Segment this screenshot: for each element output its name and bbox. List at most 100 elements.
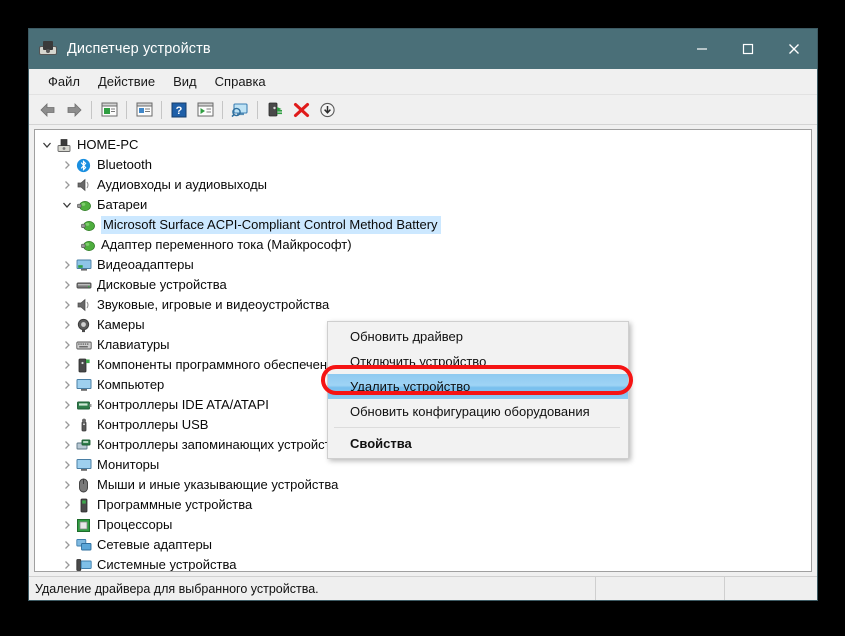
scan-list-icon[interactable] — [192, 98, 218, 122]
tree-item-system-devices[interactable]: Системные устройства — [35, 555, 811, 571]
software-component-icon — [75, 357, 92, 373]
update-driver-icon[interactable] — [262, 98, 288, 122]
menu-view[interactable]: Вид — [164, 71, 206, 92]
chevron-right-icon[interactable] — [59, 257, 75, 273]
chevron-right-icon[interactable] — [59, 297, 75, 313]
tree-item-display-adapters[interactable]: Видеоадаптеры — [35, 255, 811, 275]
disable-device-icon[interactable] — [314, 98, 340, 122]
toolbar-separator — [257, 100, 258, 119]
tree-item-label: Компоненты программного обеспечения — [97, 357, 342, 372]
toolbar-separator — [222, 100, 223, 119]
battery-icon — [79, 217, 96, 233]
device-manager-window: Диспетчер устройств Файл Действие Вид Сп… — [28, 28, 818, 601]
chevron-right-icon[interactable] — [59, 477, 75, 493]
chevron-right-icon[interactable] — [59, 417, 75, 433]
status-segment-2 — [595, 577, 724, 600]
display-monitor-icon[interactable] — [227, 98, 253, 122]
ctx-uninstall-device[interactable]: Удалить устройство — [328, 374, 628, 399]
forward-arrow-icon[interactable] — [61, 98, 87, 122]
chevron-down-icon[interactable] — [39, 137, 55, 153]
chevron-right-icon[interactable] — [59, 157, 75, 173]
disk-drive-icon — [75, 277, 92, 293]
show-hidden-devices-icon[interactable] — [131, 98, 157, 122]
battery-icon — [75, 197, 92, 213]
status-segment-3 — [724, 577, 817, 600]
chevron-right-icon[interactable] — [59, 397, 75, 413]
computer-icon — [55, 137, 72, 153]
status-text: Удаление драйвера для выбранного устройс… — [35, 581, 319, 596]
tree-item-audio-io[interactable]: Аудиовходы и аудиовыходы — [35, 175, 811, 195]
tree-item-root[interactable]: HOME-PC — [35, 135, 811, 155]
tree-item-label: Контроллеры USB — [97, 417, 209, 432]
chevron-right-icon[interactable] — [59, 497, 75, 513]
tree-item-label: Видеоадаптеры — [97, 257, 194, 272]
tree-item-label: Камеры — [97, 317, 145, 332]
chevron-right-icon[interactable] — [59, 557, 75, 571]
title-bar: Диспетчер устройств — [29, 29, 817, 69]
tree-item-label: Батареи — [97, 197, 148, 212]
maximize-button[interactable] — [725, 29, 771, 69]
system-device-icon — [75, 557, 92, 571]
ctx-disable-device[interactable]: Отключить устройство — [328, 349, 628, 374]
screenshot-root: Диспетчер устройств Файл Действие Вид Сп… — [0, 0, 845, 636]
tree-item-batteries[interactable]: Батареи — [35, 195, 811, 215]
chevron-right-icon[interactable] — [59, 377, 75, 393]
ctx-properties[interactable]: Свойства — [328, 431, 628, 456]
ctx-update-driver[interactable]: Обновить драйвер — [328, 324, 628, 349]
chevron-right-icon[interactable] — [59, 277, 75, 293]
processor-icon — [75, 517, 92, 533]
tree-item-surface-battery[interactable]: Microsoft Surface ACPI-Compliant Control… — [35, 215, 811, 235]
camera-icon — [75, 317, 92, 333]
tree-item-label: Bluetooth — [97, 157, 152, 172]
tree-item-processors[interactable]: Процессоры — [35, 515, 811, 535]
tree-item-label: Компьютер — [97, 377, 165, 392]
context-menu-separator — [334, 427, 620, 428]
help-icon[interactable]: ? — [166, 98, 192, 122]
tree-item-bluetooth[interactable]: Bluetooth — [35, 155, 811, 175]
chevron-right-icon[interactable] — [59, 337, 75, 353]
content-area: HOME-PC Bluetooth Аудиовходы и аудиовыхо… — [29, 125, 817, 576]
minimize-button[interactable] — [679, 29, 725, 69]
chevron-down-icon[interactable] — [59, 197, 75, 213]
tree-item-label: HOME-PC — [77, 137, 139, 152]
tree-item-label: Звуковые, игровые и видеоустройства — [97, 297, 330, 312]
tree-item-label: Мыши и иные указывающие устройства — [97, 477, 339, 492]
chevron-right-icon[interactable] — [59, 457, 75, 473]
menu-bar: Файл Действие Вид Справка — [29, 69, 817, 95]
tree-item-mice[interactable]: Мыши и иные указывающие устройства — [35, 475, 811, 495]
tree-item-label: Аудиовходы и аудиовыходы — [97, 177, 267, 192]
tree-item-network-adapters[interactable]: Сетевые адаптеры — [35, 535, 811, 555]
tree-item-label: Клавиатуры — [97, 337, 170, 352]
context-menu[interactable]: Обновить драйвер Отключить устройство Уд… — [327, 321, 629, 459]
chevron-right-icon[interactable] — [59, 357, 75, 373]
chevron-right-icon[interactable] — [59, 437, 75, 453]
menu-file[interactable]: Файл — [39, 71, 89, 92]
menu-action[interactable]: Действие — [89, 71, 164, 92]
tree-item-label: Адаптер переменного тока (Майкрософт) — [101, 237, 352, 252]
chevron-right-icon[interactable] — [59, 317, 75, 333]
properties-window-icon[interactable] — [96, 98, 122, 122]
tree-item-label: Мониторы — [97, 457, 160, 472]
ide-controller-icon — [75, 397, 92, 413]
chevron-right-icon[interactable] — [59, 517, 75, 533]
close-button[interactable] — [771, 29, 817, 69]
tree-item-label: Контроллеры IDE ATA/ATAPI — [97, 397, 269, 412]
ctx-scan-hardware[interactable]: Обновить конфигурацию оборудования — [328, 399, 628, 424]
menu-help[interactable]: Справка — [206, 71, 275, 92]
chevron-right-icon[interactable] — [59, 177, 75, 193]
tree-item-sound-video-game[interactable]: Звуковые, игровые и видеоустройства — [35, 295, 811, 315]
tree-item-label: Дисковые устройства — [97, 277, 227, 292]
back-arrow-icon[interactable] — [35, 98, 61, 122]
monitor-icon — [75, 377, 92, 393]
uninstall-device-icon[interactable] — [288, 98, 314, 122]
tree-item-label: Microsoft Surface ACPI-Compliant Control… — [101, 216, 441, 234]
tree-item-software-devices[interactable]: Программные устройства — [35, 495, 811, 515]
tree-item-label: Программные устройства — [97, 497, 253, 512]
usb-icon — [75, 417, 92, 433]
chevron-right-icon[interactable] — [59, 537, 75, 553]
audio-icon — [75, 177, 92, 193]
tree-item-disk-drives[interactable]: Дисковые устройства — [35, 275, 811, 295]
tree-item-ac-adapter[interactable]: Адаптер переменного тока (Майкрософт) — [35, 235, 811, 255]
mouse-icon — [75, 477, 92, 493]
battery-icon — [79, 237, 96, 253]
